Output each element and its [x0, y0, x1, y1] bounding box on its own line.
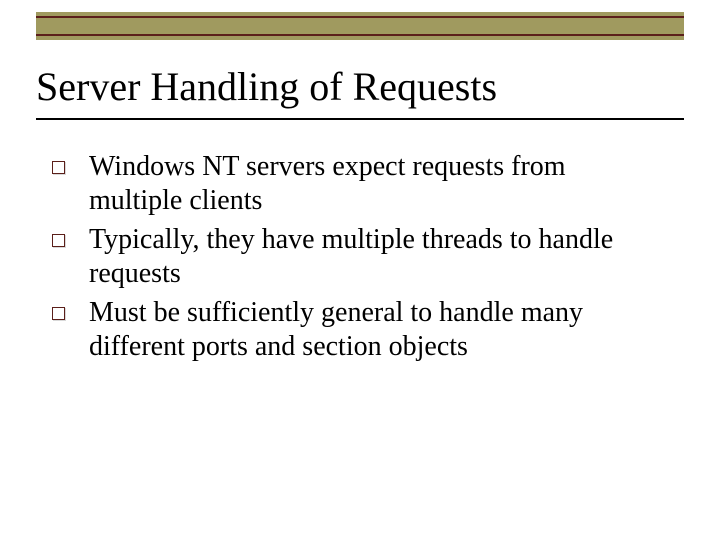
accent-top-rule — [36, 16, 684, 18]
list-item: Must be sufficiently general to handle m… — [52, 296, 656, 363]
slide: Server Handling of Requests Windows NT s… — [0, 0, 720, 540]
square-bullet-icon — [52, 307, 65, 320]
bullet-text: Must be sufficiently general to handle m… — [89, 296, 656, 363]
accent-bottom-rule — [36, 34, 684, 36]
bullet-text: Typically, they have multiple threads to… — [89, 223, 656, 290]
bullet-list: Windows NT servers expect requests from … — [52, 150, 656, 370]
title-underline — [36, 118, 684, 120]
list-item: Windows NT servers expect requests from … — [52, 150, 656, 217]
list-item: Typically, they have multiple threads to… — [52, 223, 656, 290]
accent-bar — [36, 12, 684, 40]
bullet-text: Windows NT servers expect requests from … — [89, 150, 656, 217]
slide-title: Server Handling of Requests — [36, 64, 684, 110]
square-bullet-icon — [52, 161, 65, 174]
square-bullet-icon — [52, 234, 65, 247]
